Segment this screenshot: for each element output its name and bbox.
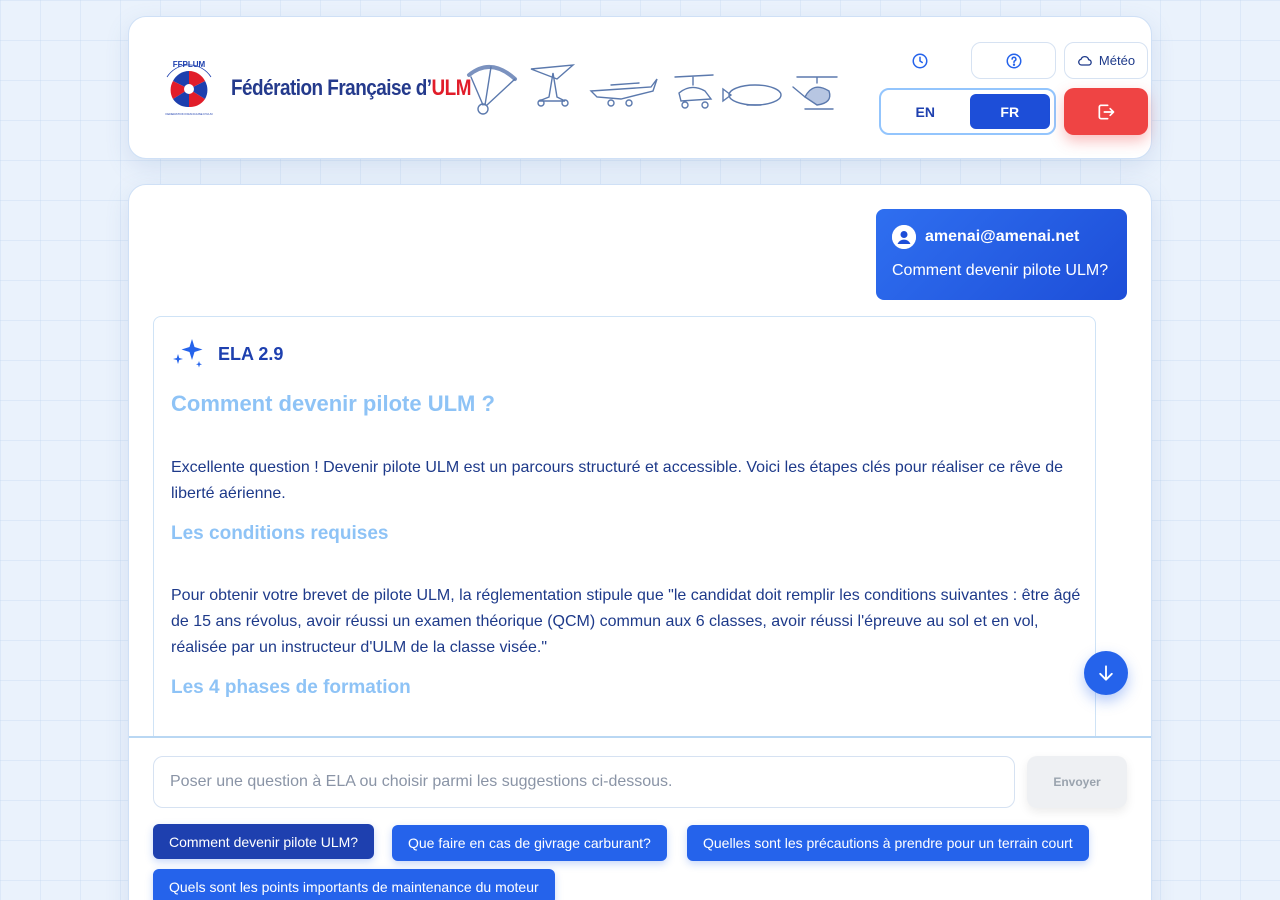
- lang-fr-button[interactable]: FR: [969, 94, 1050, 129]
- assistant-message: ELA 2.9 Comment devenir pilote ULM ? Exc…: [153, 316, 1096, 756]
- lang-en-button[interactable]: EN: [885, 94, 966, 129]
- logo-text: FFPLUM: [173, 60, 206, 69]
- history-button[interactable]: [879, 42, 961, 79]
- user-email: amenai@amenai.net: [925, 228, 1080, 245]
- suggestion-chip[interactable]: Quelles sont les précautions à prendre p…: [687, 825, 1089, 861]
- suggestion-chip[interactable]: Que faire en cas de givrage carburant?: [392, 825, 667, 861]
- aircraft-strip: [467, 64, 838, 115]
- help-icon: [1006, 53, 1021, 68]
- ffplum-logo: FFPLUM FEDERATION FRANCAISE D'ULM: [165, 60, 213, 116]
- helicoptere-icon: [792, 76, 838, 110]
- header: FFPLUM FEDERATION FRANCAISE D'ULM Fédéra…: [128, 16, 1152, 159]
- cloud-icon: [1078, 55, 1092, 66]
- assistant-name: ELA 2.9: [218, 343, 284, 364]
- assistant-content: Comment devenir pilote ULM ? Excellente …: [171, 391, 1083, 737]
- user-message-text: Comment devenir pilote ULM?: [892, 262, 1109, 279]
- question-input[interactable]: [153, 756, 1015, 808]
- meteo-label: Météo: [1098, 53, 1136, 68]
- answer-heading: Comment devenir pilote ULM ?: [171, 391, 495, 416]
- answer-intro: Excellente question ! Devenir pilote ULM…: [171, 459, 1063, 502]
- section-title-conditions: Les conditions requises: [171, 523, 389, 544]
- section-title-phases: Les 4 phases de formation: [171, 677, 411, 698]
- suggestion-chip[interactable]: Comment devenir pilote ULM?: [153, 824, 375, 859]
- arrow-down-icon: [1099, 665, 1113, 681]
- autogire-icon: [674, 74, 714, 109]
- user-message-bubble: amenai@amenai.net Comment devenir pilote…: [876, 209, 1127, 300]
- avatar: [892, 225, 916, 249]
- sparkles-icon: [173, 339, 203, 368]
- composer: Envoyer Comment devenir pilote ULM? Que …: [129, 736, 1151, 900]
- meteo-button[interactable]: Météo: [1064, 42, 1148, 79]
- user-icon: [892, 225, 916, 249]
- clock-icon: [912, 53, 928, 68]
- scroll-down-button[interactable]: [1084, 651, 1128, 695]
- logout-icon: [1098, 104, 1115, 119]
- logout-button[interactable]: [1064, 88, 1148, 135]
- help-button[interactable]: [971, 42, 1056, 79]
- chat-panel: amenai@amenai.net Comment devenir pilote…: [128, 184, 1152, 900]
- aerostat-icon: [722, 84, 782, 106]
- section-text-conditions: Pour obtenir votre brevet de pilote ULM,…: [171, 587, 1081, 656]
- send-button[interactable]: Envoyer: [1027, 756, 1127, 808]
- brand-name: Fédération Française d’ULM: [231, 75, 471, 101]
- pendulaire-icon: [530, 64, 576, 107]
- paramotor-icon: [467, 65, 517, 115]
- brand-name-prefix: Fédération Française d’: [231, 75, 432, 100]
- logo-subtext: FEDERATION FRANCAISE D'ULM: [165, 112, 213, 116]
- suggestion-chip[interactable]: Quels sont les points importants de main…: [153, 869, 555, 900]
- language-toggle: EN FR: [879, 88, 1056, 135]
- multiaxe-icon: [589, 78, 658, 107]
